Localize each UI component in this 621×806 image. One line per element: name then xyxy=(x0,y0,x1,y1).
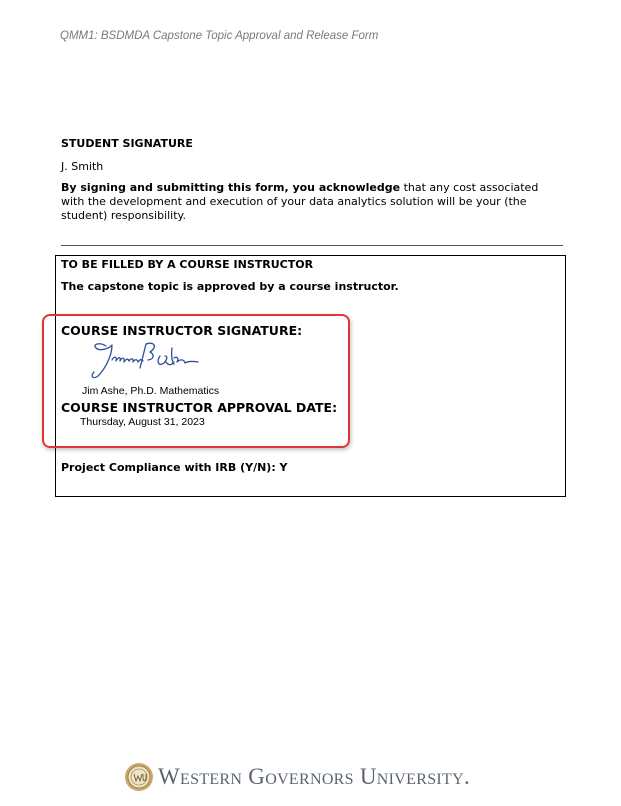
instructor-name: Jim Ashe, Ph.D. Mathematics xyxy=(82,385,220,397)
instructor-signature-label: COURSE INSTRUCTOR SIGNATURE: xyxy=(61,323,303,338)
student-signature-heading: STUDENT SIGNATURE xyxy=(61,137,193,150)
acknowledgement-text: By signing and submitting this form, you… xyxy=(61,181,561,223)
university-name: Western Governors University. xyxy=(158,764,470,789)
instructor-section-heading: TO BE FILLED BY A COURSE INSTRUCTOR xyxy=(61,258,314,271)
approval-date-value: Thursday, August 31, 2023 xyxy=(80,416,205,428)
irb-compliance: Project Compliance with IRB (Y/N): Y xyxy=(61,461,288,474)
student-name: J. Smith xyxy=(61,160,104,173)
acknowledgement-bold: By signing and submitting this form, you… xyxy=(61,181,401,194)
wgu-seal-logo xyxy=(125,763,153,791)
footer: Western Governors University. xyxy=(124,762,470,792)
document-header: QMM1: BSDMDA Capstone Topic Approval and… xyxy=(60,30,379,42)
handwritten-signature xyxy=(88,340,203,386)
approval-statement: The capstone topic is approved by a cour… xyxy=(61,280,399,293)
separator-line xyxy=(61,245,563,246)
approval-date-label: COURSE INSTRUCTOR APPROVAL DATE: xyxy=(61,400,338,415)
